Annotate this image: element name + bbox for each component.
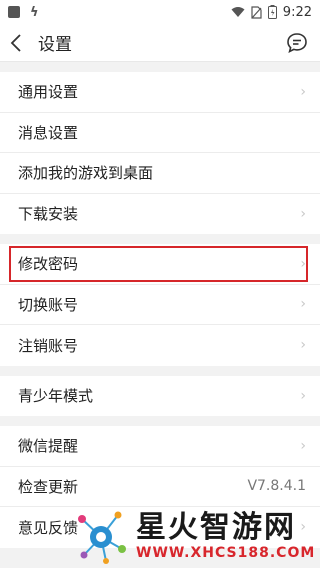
setting-label: 通用设置: [18, 83, 79, 102]
chevron-right-icon: ›: [300, 255, 306, 272]
back-button[interactable]: [10, 28, 30, 58]
setting-change-password[interactable]: 修改密码 ›: [0, 244, 320, 285]
chevron-right-icon: ›: [300, 296, 306, 313]
setting-messages[interactable]: 消息设置: [0, 113, 320, 153]
settings-header: 设置: [0, 24, 320, 62]
setting-label: 青少年模式: [18, 387, 94, 406]
watermark-title: 星火智游网: [136, 509, 296, 545]
setting-label: 添加我的游戏到桌面: [18, 164, 154, 183]
chevron-left-icon: [10, 33, 21, 52]
setting-general[interactable]: 通用设置 ›: [0, 72, 320, 113]
chevron-right-icon: ›: [300, 387, 306, 404]
setting-label: 下载安装: [18, 205, 79, 224]
chevron-right-icon: ›: [300, 437, 306, 454]
settings-group-youth: 青少年模式 ›: [0, 375, 320, 417]
setting-download-install[interactable]: 下载安装 ›: [0, 194, 320, 235]
chat-button[interactable]: [284, 30, 310, 56]
watermark: 星火智游网 WWW.XHCS188.COM: [70, 503, 320, 568]
chevron-right-icon: ›: [300, 83, 306, 100]
app-square-icon: [8, 6, 20, 18]
setting-wechat-reminder[interactable]: 微信提醒 ›: [0, 426, 320, 467]
chevron-right-icon: ›: [300, 205, 306, 222]
setting-label: 意见反馈: [18, 518, 79, 537]
settings-group-general: 通用设置 › 消息设置 添加我的游戏到桌面 下载安装 ›: [0, 72, 320, 234]
page-title: 设置: [38, 35, 72, 55]
setting-label: 微信提醒: [18, 437, 79, 456]
version-value: V7.8.4.1: [247, 478, 306, 495]
setting-delete-account[interactable]: 注销账号 ›: [0, 325, 320, 366]
setting-check-update[interactable]: 检查更新 V7.8.4.1: [0, 467, 320, 507]
setting-label: 切换账号: [18, 295, 79, 314]
setting-label: 注销账号: [18, 336, 79, 355]
settings-group-account: 修改密码 › 切换账号 › 注销账号 ›: [0, 244, 320, 366]
battery-icon: [267, 5, 277, 19]
status-bar: ϟ 9:22: [0, 0, 320, 24]
setting-label: 修改密码: [18, 255, 79, 274]
setting-switch-account[interactable]: 切换账号 ›: [0, 285, 320, 325]
watermark-url: WWW.XHCS188.COM: [136, 544, 316, 561]
molecule-logo-icon: [78, 511, 126, 564]
wifi-icon: [231, 7, 245, 17]
status-time: 9:22: [282, 4, 312, 20]
setting-label: 消息设置: [18, 123, 79, 142]
setting-label: 检查更新: [18, 477, 79, 496]
bolt-icon: ϟ: [30, 4, 39, 20]
no-sim-icon: [251, 5, 262, 19]
setting-add-games-to-desktop[interactable]: 添加我的游戏到桌面: [0, 153, 320, 194]
chevron-right-icon: ›: [300, 337, 306, 354]
chat-bubble-icon: [287, 32, 307, 53]
setting-youth-mode[interactable]: 青少年模式 ›: [0, 376, 320, 417]
